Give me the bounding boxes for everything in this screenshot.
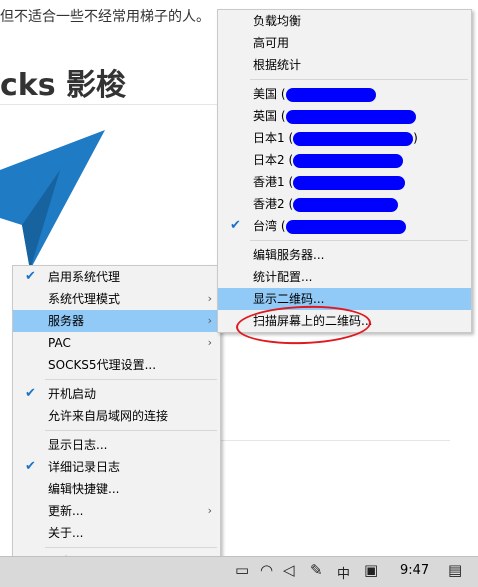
menu-item-show-qr-code[interactable]: 显示二维码... bbox=[218, 288, 471, 310]
server-label: 香港1 ( bbox=[253, 175, 294, 189]
server-item-tw[interactable]: ✔ 台湾 ( bbox=[218, 215, 471, 237]
menu-item-label: 显示日志... bbox=[48, 438, 108, 452]
chevron-right-icon: › bbox=[207, 504, 212, 517]
redaction-mark bbox=[293, 131, 414, 146]
check-icon: ✔ bbox=[25, 269, 36, 284]
server-label: 日本1 ( bbox=[253, 131, 294, 145]
shadowsocks-logo-icon bbox=[0, 130, 105, 270]
chevron-right-icon: › bbox=[207, 314, 212, 327]
page-heading: cks 影梭 bbox=[0, 68, 127, 103]
menu-item-label: 显示二维码... bbox=[253, 292, 325, 306]
server-label: 香港2 ( bbox=[253, 197, 294, 211]
server-item-hk1[interactable]: 香港1 ( bbox=[218, 171, 471, 193]
chevron-right-icon: › bbox=[207, 292, 212, 305]
page-top-text: 但不适合一些不经常用梯子的人。 bbox=[0, 9, 210, 25]
menu-item-label: 服务器 bbox=[48, 314, 85, 328]
menu-item-about[interactable]: 关于... bbox=[13, 522, 220, 544]
menu-item-label: 根据统计 bbox=[253, 58, 302, 72]
menu-item-edit-servers[interactable]: 编辑服务器... bbox=[218, 244, 471, 266]
menu-item-socks5-settings[interactable]: SOCKS5代理设置... bbox=[13, 354, 220, 376]
battery-icon[interactable]: ▭ bbox=[235, 561, 249, 579]
redaction-mark bbox=[285, 87, 376, 102]
menu-item-label: 高可用 bbox=[253, 36, 290, 50]
menu-item-proxy-mode[interactable]: 系统代理模式 › bbox=[13, 288, 220, 310]
menu-separator bbox=[250, 240, 468, 241]
server-label: 英国 ( bbox=[253, 109, 286, 123]
menu-item-verbose-logging[interactable]: ✔ 详细记录日志 bbox=[13, 456, 220, 478]
redaction-mark bbox=[293, 197, 399, 212]
servers-submenu: 负载均衡 高可用 根据统计 美国 ( 英国 ( 日本1 () 日本2 ( 香港1… bbox=[217, 9, 472, 333]
menu-item-label: 关于... bbox=[48, 526, 84, 540]
server-label: 美国 ( bbox=[253, 87, 286, 101]
menu-item-show-logs[interactable]: 显示日志... bbox=[13, 434, 220, 456]
menu-item-label: SOCKS5代理设置... bbox=[48, 358, 157, 372]
pen-icon[interactable]: ✎ bbox=[310, 561, 323, 579]
server-item-us[interactable]: 美国 ( bbox=[218, 83, 471, 105]
menu-item-label: 统计配置... bbox=[253, 270, 313, 284]
menu-item-high-availability[interactable]: 高可用 bbox=[218, 32, 471, 54]
chevron-right-icon: › bbox=[207, 336, 212, 349]
taskbar: ▭ ◠ ◁ ✎ 中 ▣ 9:47 ▤ bbox=[0, 556, 478, 587]
server-item-hk2[interactable]: 香港2 ( bbox=[218, 193, 471, 215]
menu-item-label: 开机启动 bbox=[48, 387, 97, 401]
menu-item-label: 系统代理模式 bbox=[48, 292, 121, 306]
menu-item-label: 详细记录日志 bbox=[48, 460, 121, 474]
menu-item-label: PAC bbox=[48, 336, 71, 350]
menu-item-updates[interactable]: 更新... › bbox=[13, 500, 220, 522]
menu-item-label: 更新... bbox=[48, 504, 84, 518]
menu-item-stats-config[interactable]: 统计配置... bbox=[218, 266, 471, 288]
redaction-mark bbox=[285, 109, 416, 124]
menu-item-edit-hotkeys[interactable]: 编辑快捷键... bbox=[13, 478, 220, 500]
divider bbox=[0, 104, 218, 105]
menu-separator bbox=[45, 430, 217, 431]
menu-item-label: 负载均衡 bbox=[253, 14, 302, 28]
redaction-mark bbox=[285, 219, 406, 234]
menu-separator bbox=[45, 379, 217, 380]
clock[interactable]: 9:47 bbox=[400, 563, 429, 578]
check-icon: ✔ bbox=[25, 386, 36, 401]
server-label: 台湾 ( bbox=[253, 219, 286, 233]
menu-item-label: 允许来自局域网的连接 bbox=[48, 409, 169, 423]
divider bbox=[218, 440, 450, 441]
check-icon: ✔ bbox=[25, 459, 36, 474]
ime-indicator[interactable]: 中 bbox=[337, 563, 350, 582]
menu-item-start-on-boot[interactable]: ✔ 开机启动 bbox=[13, 383, 220, 405]
server-item-jp2[interactable]: 日本2 ( bbox=[218, 149, 471, 171]
menu-item-load-balance[interactable]: 负载均衡 bbox=[218, 10, 471, 32]
volume-icon[interactable]: ◁ bbox=[283, 561, 295, 579]
check-icon: ✔ bbox=[230, 218, 241, 233]
redaction-mark bbox=[293, 153, 404, 168]
menu-item-scan-qr-code[interactable]: 扫描屏幕上的二维码... bbox=[218, 310, 471, 332]
server-label: 日本2 ( bbox=[253, 153, 294, 167]
menu-item-choose-by-stats[interactable]: 根据统计 bbox=[218, 54, 471, 76]
server-label-suffix: ) bbox=[413, 131, 418, 145]
menu-separator bbox=[45, 547, 217, 548]
menu-item-pac[interactable]: PAC › bbox=[13, 332, 220, 354]
tray-context-menu: ✔ 启用系统代理 系统代理模式 › 服务器 › PAC › SOCKS5代理设置… bbox=[12, 265, 221, 574]
ime-mode-icon[interactable]: ▣ bbox=[364, 561, 378, 579]
server-item-jp1[interactable]: 日本1 () bbox=[218, 127, 471, 149]
menu-item-servers[interactable]: 服务器 › bbox=[13, 310, 220, 332]
server-item-uk[interactable]: 英国 ( bbox=[218, 105, 471, 127]
menu-item-label: 编辑快捷键... bbox=[48, 482, 120, 496]
menu-item-label: 扫描屏幕上的二维码... bbox=[253, 314, 373, 328]
menu-item-label: 编辑服务器... bbox=[253, 248, 325, 262]
notification-icon[interactable]: ▤ bbox=[448, 561, 462, 579]
wifi-icon[interactable]: ◠ bbox=[260, 561, 273, 579]
redaction-mark bbox=[293, 175, 406, 190]
menu-item-enable-system-proxy[interactable]: ✔ 启用系统代理 bbox=[13, 266, 220, 288]
menu-separator bbox=[250, 79, 468, 80]
menu-item-label: 启用系统代理 bbox=[48, 270, 121, 284]
menu-item-allow-lan[interactable]: 允许来自局域网的连接 bbox=[13, 405, 220, 427]
